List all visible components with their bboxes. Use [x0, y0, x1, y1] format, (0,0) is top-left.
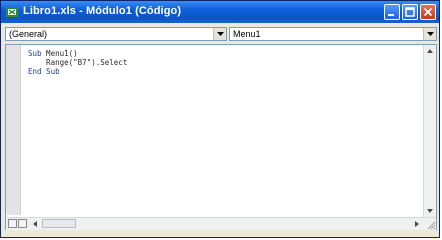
window-title: Libro1.xls - Módulo1 (Código) — [23, 5, 182, 17]
code-text: Range("B7").Select — [28, 58, 128, 67]
code-line: End Sub — [28, 67, 127, 76]
procedure-view-icon[interactable] — [8, 219, 17, 228]
procedure-dropdown-value: Menu1 — [233, 29, 261, 39]
code-keyword: End Sub — [28, 67, 60, 76]
code-line: Sub Menu1() — [28, 49, 127, 58]
title-bar[interactable]: Libro1.xls - Módulo1 (Código) — [1, 1, 439, 23]
excel-app-icon — [6, 7, 18, 17]
scroll-down-icon[interactable] — [424, 205, 436, 217]
maximize-icon — [405, 7, 415, 17]
procedure-dropdown-arrow[interactable] — [423, 28, 436, 40]
close-button[interactable] — [420, 4, 436, 20]
resize-grip-icon[interactable] — [424, 218, 436, 230]
margin-indicator-bar[interactable] — [6, 45, 21, 215]
vertical-scrollbar[interactable] — [423, 45, 436, 217]
code-text: Menu1() — [41, 49, 78, 58]
object-dropdown-arrow[interactable] — [213, 28, 226, 40]
horizontal-scrollbar[interactable] — [6, 217, 436, 230]
scroll-right-icon[interactable] — [412, 219, 422, 229]
horizontal-scroll-thumb[interactable] — [42, 219, 76, 228]
minimize-icon — [388, 14, 394, 16]
full-module-view-icon[interactable] — [18, 219, 27, 228]
code-editor[interactable]: Sub Menu1() Range("B7").Select End Sub — [5, 44, 437, 230]
code-line: Range("B7").Select — [28, 58, 127, 67]
code-window: Libro1.xls - Módulo1 (Código) (General) … — [0, 0, 440, 238]
object-dropdown-value: (General) — [9, 29, 48, 39]
object-dropdown[interactable]: (General) — [5, 27, 227, 41]
procedure-dropdown[interactable]: Menu1 — [229, 27, 437, 41]
maximize-button[interactable] — [402, 4, 418, 20]
scroll-left-icon[interactable] — [30, 219, 40, 229]
code-area[interactable]: Sub Menu1() Range("B7").Select End Sub — [28, 49, 127, 76]
chevron-down-icon — [217, 32, 224, 36]
close-icon — [423, 7, 433, 17]
code-keyword: Sub — [28, 49, 42, 58]
minimize-button[interactable] — [384, 4, 400, 20]
chevron-down-icon — [427, 32, 434, 36]
scroll-up-icon[interactable] — [424, 45, 436, 57]
